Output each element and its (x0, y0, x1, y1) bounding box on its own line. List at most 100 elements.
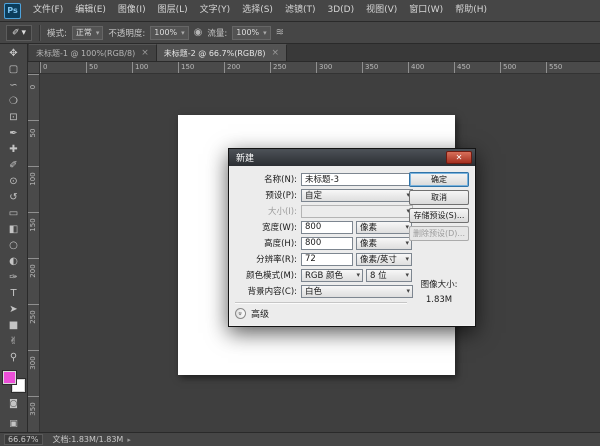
chevron-down-icon: ▾ (181, 29, 185, 37)
tool-dodge[interactable]: ◐ (2, 254, 26, 270)
bit-depth-select[interactable]: 8 位 ▾ (366, 269, 412, 282)
airbrush-icon[interactable]: ≋ (276, 27, 284, 38)
tool-brush[interactable]: ✐ (2, 158, 26, 174)
preset-select[interactable]: 自定 ▾ (301, 189, 413, 202)
new-document-dialog: 新建 ✕ 名称(N): 未标题-3 预设(P): 自定 ▾ 大小(I): ▾ (228, 148, 476, 327)
tool-zoom[interactable]: ⚲ (2, 350, 26, 366)
dialog-titlebar[interactable]: 新建 ✕ (229, 149, 475, 166)
advanced-toggle-icon[interactable]: » (235, 308, 246, 319)
height-label: 高度(H): (235, 237, 297, 249)
tool-blur[interactable]: ○ (2, 238, 26, 254)
menu-bar: Ps 文件(F)编辑(E)图像(I)图层(L)文字(Y)选择(S)滤镜(T)3D… (0, 0, 600, 22)
save-preset-button[interactable]: 存储预设(S)... (409, 208, 469, 223)
tool-type[interactable]: T (2, 286, 26, 302)
ruler-tick: 250 (270, 62, 316, 73)
name-label: 名称(N): (235, 173, 297, 185)
color-mode-select[interactable]: RGB 颜色 ▾ (301, 269, 363, 282)
ruler-tick: 300 (316, 62, 362, 73)
menu-item[interactable]: 图像(I) (112, 0, 152, 21)
ruler-tick: 200 (28, 258, 39, 304)
menu-item[interactable]: 图层(L) (152, 0, 194, 21)
ok-button[interactable]: 确定 (409, 172, 469, 187)
tab-title: 未标题-2 @ 66.7%(RGB/8) (164, 48, 266, 59)
tool-eraser[interactable]: ▭ (2, 206, 26, 222)
tool-eyedropper[interactable]: ✒ (2, 126, 26, 142)
ruler-tick: 250 (28, 304, 39, 350)
menu-item[interactable]: 编辑(E) (69, 0, 112, 21)
ruler-tick: 150 (28, 212, 39, 258)
ruler-origin-corner[interactable] (28, 62, 40, 74)
menu-item[interactable]: 窗口(W) (403, 0, 449, 21)
ruler-tick: 50 (28, 120, 39, 166)
width-unit-select[interactable]: 像素 ▾ (356, 221, 412, 234)
status-options-icon[interactable]: ▸ (127, 436, 131, 444)
blend-mode-select[interactable]: 正常 ▾ (72, 26, 104, 40)
tool-hand[interactable]: ✌ (2, 334, 26, 350)
preset-label: 预设(P): (235, 189, 297, 201)
close-icon[interactable]: ✕ (446, 151, 472, 164)
zoom-level-field[interactable]: 66.67% (4, 434, 43, 445)
menu-items: 文件(F)编辑(E)图像(I)图层(L)文字(Y)选择(S)滤镜(T)3D(D)… (27, 0, 493, 21)
photoshop-window: Ps 文件(F)编辑(E)图像(I)图层(L)文字(Y)选择(S)滤镜(T)3D… (0, 0, 600, 446)
advanced-label: 高级 (251, 307, 269, 320)
foreground-color-swatch[interactable] (3, 371, 16, 384)
tool-spot-healing-brush[interactable]: ✚ (2, 142, 26, 158)
tab-untitled-1[interactable]: 未标题-1 @ 100%(RGB/8) × (29, 44, 157, 61)
mode-label: 模式: (47, 27, 67, 39)
tablet-pressure-icon[interactable]: ◉ (194, 27, 203, 38)
cancel-button[interactable]: 取消 (409, 190, 469, 205)
width-input[interactable]: 800 (301, 221, 353, 234)
tab-untitled-2[interactable]: 未标题-2 @ 66.7%(RGB/8) × (157, 44, 287, 61)
resolution-unit-select[interactable]: 像素/英寸 ▾ (356, 253, 412, 266)
tool-clone-stamp[interactable]: ⊙ (2, 174, 26, 190)
tool-preset-picker[interactable]: ✐ ▾ (6, 25, 32, 41)
ruler-tick: 0 (40, 62, 86, 73)
current-tool-icon: ✐ (12, 28, 20, 38)
name-input[interactable]: 未标题-3 (301, 173, 413, 186)
dialog-title: 新建 (236, 151, 254, 164)
screen-mode-icon[interactable]: ▣ (2, 416, 26, 432)
ruler-row: 050100150200250300350400450500550 (28, 62, 600, 74)
flow-select[interactable]: 100% ▾ (232, 26, 270, 40)
ruler-tick: 100 (28, 166, 39, 212)
tool-move[interactable]: ✥ (2, 46, 26, 62)
menu-item[interactable]: 帮助(H) (449, 0, 493, 21)
resolution-input[interactable]: 72 (301, 253, 353, 266)
menu-item[interactable]: 视图(V) (360, 0, 403, 21)
tool-rectangular-marquee[interactable]: ▢ (2, 62, 26, 78)
menu-item[interactable]: 3D(D) (321, 0, 360, 21)
tool-gradient[interactable]: ◧ (2, 222, 26, 238)
tool-path-selection[interactable]: ➤ (2, 302, 26, 318)
height-unit-select[interactable]: 像素 ▾ (356, 237, 412, 250)
tool-quick-selection[interactable]: ❍ (2, 94, 26, 110)
menu-item[interactable]: 选择(S) (236, 0, 279, 21)
ruler-tick: 50 (86, 62, 132, 73)
tool-history-brush[interactable]: ↺ (2, 190, 26, 206)
tool-pen[interactable]: ✑ (2, 270, 26, 286)
app-logo-icon: Ps (4, 3, 21, 19)
background-contents-select[interactable]: 白色 ▾ (301, 285, 413, 298)
ruler-tick: 350 (28, 396, 39, 432)
dialog-body: 名称(N): 未标题-3 预设(P): 自定 ▾ 大小(I): ▾ 宽度(W): (229, 166, 475, 326)
close-tab-icon[interactable]: × (272, 48, 280, 58)
tool-crop[interactable]: ⊡ (2, 110, 26, 126)
options-bar: ✐ ▾ 模式: 正常 ▾ 不透明度: 100% ▾ ◉ 流量: 100% ▾ ≋ (0, 22, 600, 44)
ruler-tick: 500 (500, 62, 546, 73)
menu-item[interactable]: 滤镜(T) (279, 0, 322, 21)
height-input[interactable]: 800 (301, 237, 353, 250)
tool-lasso[interactable]: ∽ (2, 78, 26, 94)
ruler-tick: 450 (454, 62, 500, 73)
chevron-down-icon: ▾ (96, 29, 100, 37)
opacity-select[interactable]: 100% ▾ (150, 26, 188, 40)
width-label: 宽度(W): (235, 221, 297, 233)
ruler-tick: 300 (28, 350, 39, 396)
resolution-label: 分辨率(R): (235, 253, 297, 265)
close-tab-icon[interactable]: × (141, 48, 149, 58)
quick-mask-icon[interactable]: ◙ (2, 396, 26, 412)
ruler-tick: 150 (178, 62, 224, 73)
horizontal-ruler: 050100150200250300350400450500550 (40, 62, 600, 74)
menu-item[interactable]: 文字(Y) (194, 0, 237, 21)
menu-item[interactable]: 文件(F) (27, 0, 69, 21)
tools-list: ✥ ▢ ∽ ❍ ⊡ ✒ ✚ ✐ ⊙ ↺ (2, 46, 26, 366)
tool-rectangle-shape[interactable]: ■ (2, 318, 26, 334)
